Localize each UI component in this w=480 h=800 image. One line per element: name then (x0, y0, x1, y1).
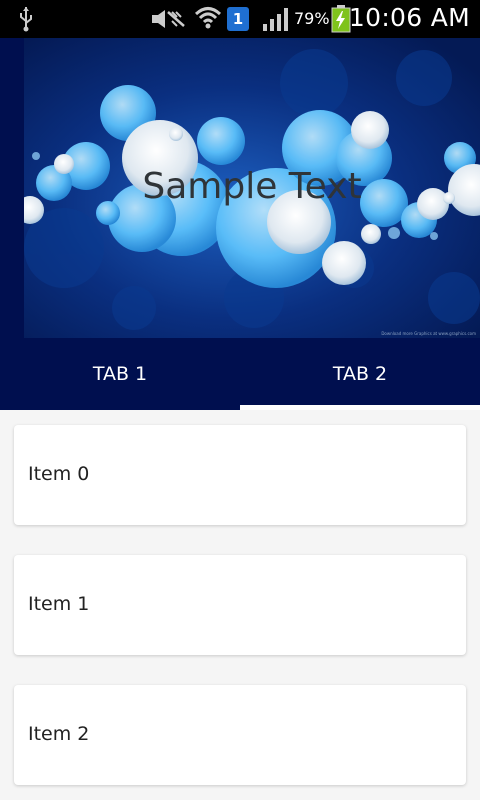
battery-percent: 79% (294, 9, 330, 28)
list-item[interactable]: Item 1 (14, 555, 466, 655)
usb-icon (18, 6, 34, 36)
list-item[interactable]: Item 0 (14, 425, 466, 525)
list-item[interactable]: Item 2 (14, 685, 466, 785)
tab-bar: TAB 1 TAB 2 (0, 338, 480, 410)
mute-icon (150, 8, 186, 34)
wifi-icon (194, 5, 222, 35)
tab-2[interactable]: TAB 2 (240, 338, 480, 410)
image-credit: Download more Graphics at www.graphics.c… (381, 331, 476, 336)
tab-1[interactable]: TAB 1 (0, 338, 240, 410)
clock: 10:06 AM (348, 3, 470, 32)
header: Download more Graphics at www.graphics.c… (0, 38, 480, 410)
item-list: Item 0 Item 1 Item 2 (0, 410, 480, 800)
signal-icon (262, 6, 292, 36)
notification-icon: 1 (227, 7, 249, 31)
list-item-label: Item 1 (28, 593, 90, 615)
header-title: Sample Text (142, 166, 362, 207)
status-bar: 1 79% 10:06 AM (0, 0, 480, 38)
list-item-label: Item 0 (28, 463, 90, 485)
list-item-label: Item 2 (28, 723, 90, 745)
